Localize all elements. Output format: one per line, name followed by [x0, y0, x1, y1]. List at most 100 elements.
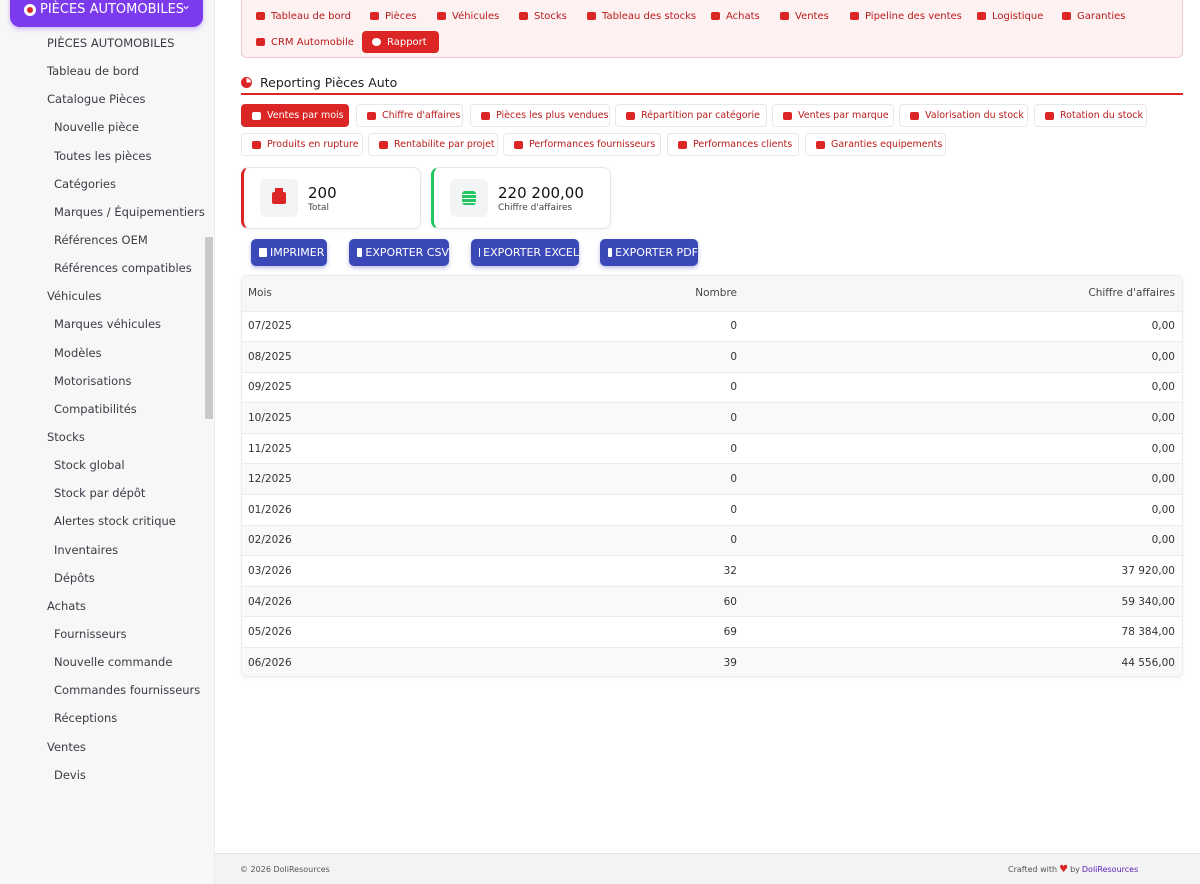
- report-tab-label: Garanties equipements: [831, 139, 943, 150]
- export-pdf-button[interactable]: EXPORTER PDF: [600, 239, 698, 266]
- cell-month: 11/2025: [242, 432, 422, 464]
- dashboard-icon: [256, 12, 265, 20]
- sidebar-item-6[interactable]: Marques / Équipementiers: [0, 198, 205, 226]
- sidebar-item-24[interactable]: Réceptions: [0, 704, 205, 732]
- sidebar-item-2[interactable]: Catalogue Pièces: [0, 85, 205, 113]
- report-table: Mois Nombre Chiffre d'affaires 07/2025 0 0…: [241, 275, 1183, 677]
- sidebar-item-10[interactable]: Marques véhicules: [0, 310, 205, 338]
- export-excel-button[interactable]: EXPORTER EXCEL: [471, 239, 579, 266]
- table-row: 03/2026 32 37 920,00: [242, 555, 1182, 587]
- top-nav-tab-4[interactable]: Tableau des stocks: [587, 5, 696, 27]
- report-tab-10[interactable]: Performances clients: [667, 133, 799, 156]
- table-row: 08/2025 0 0,00: [242, 341, 1182, 373]
- report-tab-label: Répartition par catégorie: [641, 110, 760, 121]
- sidebar-item-21[interactable]: Fournisseurs: [0, 620, 205, 648]
- sidebar-item-15[interactable]: Stock global: [0, 451, 205, 479]
- top-nav-tab-1[interactable]: Pièces: [370, 5, 417, 27]
- top-nav-tab-label: Garanties: [1077, 10, 1126, 22]
- top-nav-tab-label: Véhicules: [452, 10, 500, 22]
- cell-month: 04/2026: [242, 585, 422, 617]
- cell-count: 0: [422, 463, 737, 495]
- cell-month: 12/2025: [242, 463, 422, 495]
- top-nav-tab-7[interactable]: Pipeline des ventes: [850, 5, 962, 27]
- report-tab-7[interactable]: Produits en rupture: [241, 133, 363, 156]
- table-row: 07/2025 0 0,00: [242, 310, 1182, 342]
- sidebar-item-7[interactable]: Références OEM: [0, 226, 205, 254]
- sidebar-item-5[interactable]: Catégories: [0, 170, 205, 198]
- sidebar-item-19[interactable]: Dépôts: [0, 564, 205, 592]
- printer-icon: [259, 248, 267, 257]
- top-nav-tab-10[interactable]: CRM Automobile: [256, 31, 354, 53]
- footer-brand-link[interactable]: DoliResources: [1082, 865, 1138, 874]
- report-tab-1[interactable]: Chiffre d'affaires: [356, 104, 463, 127]
- column-header-month: Mois: [248, 287, 272, 300]
- sidebar-item-26[interactable]: Devis: [0, 761, 205, 789]
- top-nav-tab-3[interactable]: Stocks: [519, 5, 567, 27]
- top-nav-tab-6[interactable]: Ventes: [780, 5, 829, 27]
- top-nav-tab-label: Pipeline des ventes: [865, 10, 962, 22]
- cell-revenue: 78 384,00: [737, 616, 1182, 648]
- sidebar-item-13[interactable]: Compatibilités: [0, 395, 205, 423]
- cell-month: 07/2025: [242, 310, 422, 342]
- report-tab-4[interactable]: Ventes par marque: [772, 104, 894, 127]
- truck-icon: [977, 12, 986, 20]
- sidebar-item-14[interactable]: Stocks: [0, 423, 205, 451]
- footer-copyright: © 2026 DoliResources: [240, 865, 330, 874]
- cell-count: 0: [422, 310, 737, 342]
- report-tab-0[interactable]: Ventes par mois: [241, 104, 349, 127]
- report-tab-icon: [626, 111, 635, 120]
- top-nav-tab-label: Ventes: [795, 10, 829, 22]
- top-nav-tab-8[interactable]: Logistique: [977, 5, 1043, 27]
- sidebar-item-9[interactable]: Véhicules: [0, 282, 205, 310]
- sidebar-item-1[interactable]: Tableau de bord: [0, 57, 205, 85]
- sidebar-item-22[interactable]: Nouvelle commande: [0, 648, 205, 676]
- report-tab-3[interactable]: Répartition par catégorie: [615, 104, 767, 127]
- print-button[interactable]: IMPRIMER: [251, 239, 327, 266]
- top-nav-tab-11[interactable]: Rapport: [362, 31, 439, 53]
- export-csv-button[interactable]: EXPORTER CSV: [349, 239, 449, 266]
- cell-revenue: 44 556,00: [737, 647, 1182, 676]
- report-tab-icon: [910, 111, 919, 120]
- report-tab-icon: [379, 140, 388, 149]
- module-label: PIÈCES AUTOMOBILES: [40, 2, 185, 17]
- sidebar-item-23[interactable]: Commandes fournisseurs: [0, 676, 205, 704]
- sidebar-item-18[interactable]: Inventaires: [0, 536, 205, 564]
- top-nav-tab-5[interactable]: Achats: [711, 5, 760, 27]
- sidebar-item-25[interactable]: Ventes: [0, 733, 205, 761]
- report-tab-2[interactable]: Pièces les plus vendues: [470, 104, 610, 127]
- footer: © 2026 DoliResources Crafted with ♥ by D…: [215, 853, 1200, 884]
- sidebar-scrollbar[interactable]: [205, 237, 213, 419]
- report-tab-8[interactable]: Rentabilite par projet: [368, 133, 498, 156]
- top-nav-tab-0[interactable]: Tableau de bord: [256, 5, 351, 27]
- top-nav-tab-label: CRM Automobile: [271, 36, 354, 48]
- cell-revenue: 0,00: [737, 432, 1182, 464]
- sidebar-item-17[interactable]: Alertes stock critique: [0, 507, 205, 535]
- export-pdf-label: EXPORTER PDF: [615, 246, 698, 259]
- sidebar-menu: PIÈCES AUTOMOBILES Tableau de bord Catalog…: [0, 29, 205, 789]
- column-header-count: Nombre: [695, 287, 737, 300]
- sidebar-item-3[interactable]: Nouvelle pièce: [0, 113, 205, 141]
- sidebar-item-0[interactable]: PIÈCES AUTOMOBILES: [0, 29, 205, 57]
- top-nav-tab-9[interactable]: Garanties: [1062, 5, 1126, 27]
- chevron-down-icon[interactable]: ⌄: [181, 0, 191, 12]
- report-tab-label: Produits en rupture: [267, 139, 359, 150]
- sidebar-item-16[interactable]: Stock par dépôt: [0, 479, 205, 507]
- sidebar-item-8[interactable]: Références compatibles: [0, 254, 205, 282]
- sidebar-item-20[interactable]: Achats: [0, 592, 205, 620]
- report-tab-6[interactable]: Rotation du stock: [1034, 104, 1147, 127]
- cell-revenue: 0,00: [737, 524, 1182, 556]
- cell-revenue: 37 920,00: [737, 555, 1182, 587]
- report-tab-5[interactable]: Valorisation du stock: [899, 104, 1028, 127]
- sidebar-item-4[interactable]: Toutes les pièces: [0, 142, 205, 170]
- report-tab-9[interactable]: Performances fournisseurs: [503, 133, 661, 156]
- report-tab-11[interactable]: Garanties equipements: [805, 133, 946, 156]
- cell-count: 0: [422, 494, 737, 526]
- table-row: 10/2025 0 0,00: [242, 402, 1182, 434]
- top-nav-tab-2[interactable]: Véhicules: [437, 5, 499, 27]
- cash-register-icon: [260, 179, 298, 217]
- module-switcher-button[interactable]: PIÈCES AUTOMOBILES ⌄: [10, 0, 203, 27]
- sidebar-item-12[interactable]: Motorisations: [0, 367, 205, 395]
- sidebar-item-11[interactable]: Modèles: [0, 339, 205, 367]
- cell-month: 06/2026: [242, 647, 422, 676]
- file-csv-icon: [357, 248, 363, 257]
